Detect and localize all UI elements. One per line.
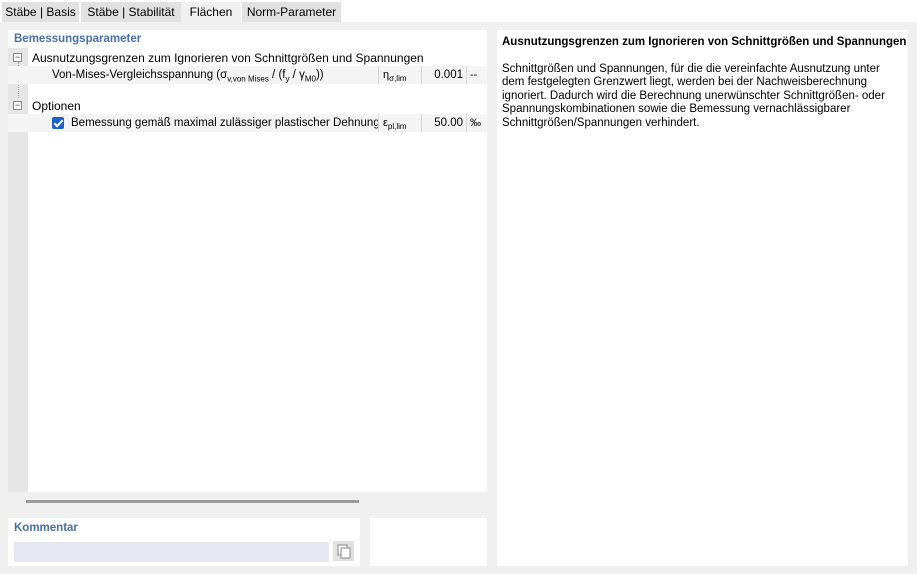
cell-separator — [466, 66, 467, 84]
cell-separator — [421, 66, 422, 84]
scrollbar-thumb[interactable] — [26, 500, 359, 503]
group-label-utilization-limits: Ausnutzungsgrenzen zum Ignorieren von Sc… — [32, 51, 424, 65]
group-label-options: Optionen — [32, 99, 81, 113]
comment-panel: Kommentar — [8, 518, 360, 566]
cell-separator — [466, 114, 467, 132]
param-label-von-mises: Von-Mises-Vergleichsspannung (σv,von Mis… — [52, 69, 324, 84]
description-title: Ausnutzungsgrenzen zum Ignorieren von Sc… — [502, 36, 907, 48]
tab-staebe-basis[interactable]: Stäbe | Basis — [2, 2, 79, 22]
collapse-icon[interactable]: − — [13, 53, 22, 62]
plastic-strain-checkbox[interactable] — [52, 117, 64, 129]
comment-input[interactable] — [14, 542, 329, 562]
tab-norm-parameter[interactable]: Norm-Parameter — [242, 2, 341, 22]
description-panel: Ausnutzungsgrenzen zum Ignorieren von Sc… — [497, 30, 908, 566]
tab-flaechen[interactable]: Flächen — [181, 2, 241, 22]
param-row-von-mises[interactable]: Von-Mises-Vergleichsspannung (σv,von Mis… — [8, 66, 487, 84]
param-unit-eps-lim: ‰ — [470, 117, 481, 129]
empty-panel — [370, 518, 487, 566]
param-row-plastic-strain[interactable]: Bemessung gemäß maximal zulässiger plast… — [8, 114, 487, 132]
param-label-plastic-strain: Bemessung gemäß maximal zulässiger plast… — [71, 117, 380, 129]
tab-staebe-stabilitaet[interactable]: Stäbe | Stabilität — [81, 2, 181, 22]
cell-separator — [421, 114, 422, 132]
copy-icon — [337, 544, 351, 559]
design-parameters-title: Bemessungsparameter — [14, 33, 142, 45]
comment-title: Kommentar — [14, 522, 78, 534]
param-symbol-epsilon: εpl,lim — [383, 117, 407, 132]
param-unit-eta-lim: -- — [470, 69, 478, 81]
cell-separator — [378, 114, 379, 132]
design-parameters-panel: Bemessungsparameter − Ausnutzungsgrenzen… — [8, 30, 487, 510]
description-body: Schnittgrößen und Spannungen, für die di… — [502, 63, 885, 129]
param-symbol-eta: ησ,lim — [383, 69, 407, 84]
group-row-options[interactable]: − Optionen — [8, 98, 487, 115]
collapse-icon[interactable]: − — [13, 101, 22, 110]
param-value-eta-lim[interactable]: 0.001 — [423, 66, 463, 84]
param-value-eps-lim[interactable]: 50.00 — [423, 114, 463, 132]
cell-separator — [378, 66, 379, 84]
copy-comment-button[interactable] — [333, 541, 354, 561]
group-row-utilization-limits[interactable]: − Ausnutzungsgrenzen zum Ignorieren von … — [8, 50, 487, 67]
tab-bar: Stäbe | Basis Stäbe | Stabilität Flächen… — [0, 0, 917, 22]
horizontal-scrollbar[interactable] — [8, 492, 487, 510]
